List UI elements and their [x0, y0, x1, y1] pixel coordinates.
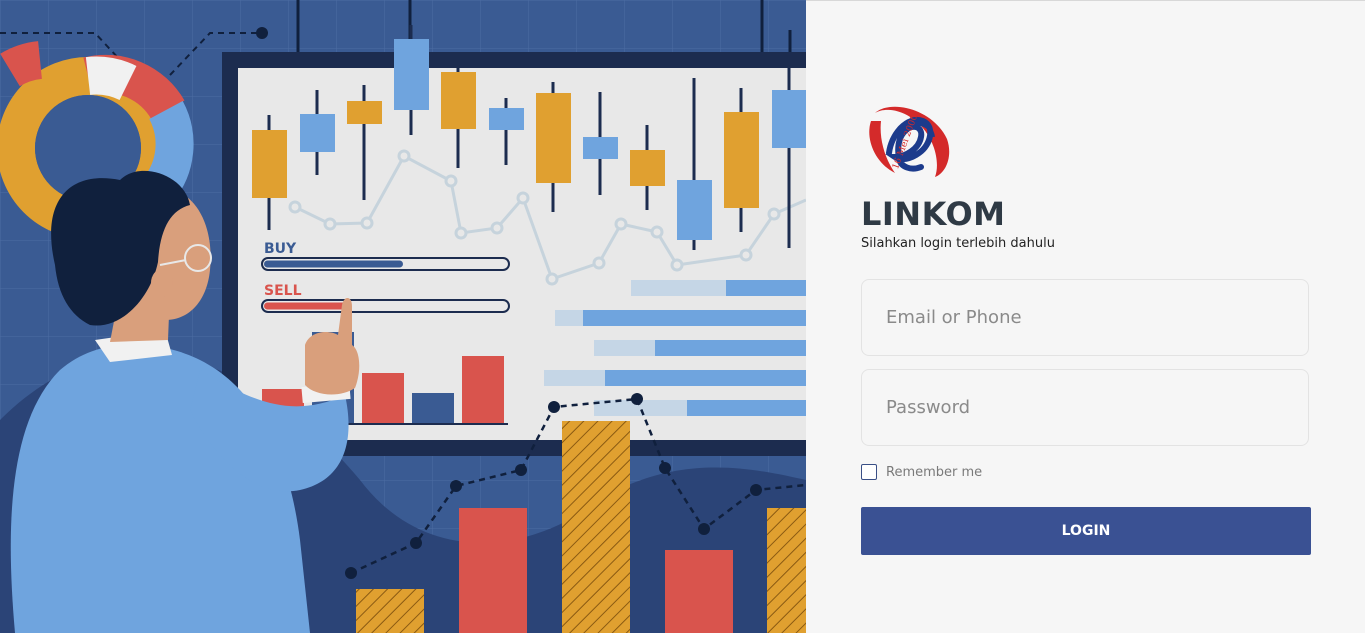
remember-me-checkbox[interactable] — [861, 464, 877, 480]
login-button[interactable]: LOGIN — [861, 507, 1311, 555]
buy-label: BUY — [264, 241, 297, 257]
brand-title: LINKOM — [861, 195, 1006, 233]
email-phone-input[interactable] — [861, 279, 1309, 356]
password-input[interactable] — [861, 369, 1309, 446]
hero-illustration: BUY SELL — [0, 0, 806, 633]
buy-level-bar — [264, 260, 403, 268]
login-panel: 16 Mei 2000 LINKOM Silahkan login terleb… — [806, 0, 1365, 633]
remember-me-row: Remember me — [861, 464, 982, 480]
sell-level-bar — [264, 302, 351, 310]
login-subtitle: Silahkan login terlebih dahulu — [861, 236, 1055, 251]
sell-label: SELL — [264, 283, 302, 299]
linkom-logo: 16 Mei 2000 — [869, 106, 950, 177]
remember-me-label[interactable]: Remember me — [886, 465, 982, 480]
